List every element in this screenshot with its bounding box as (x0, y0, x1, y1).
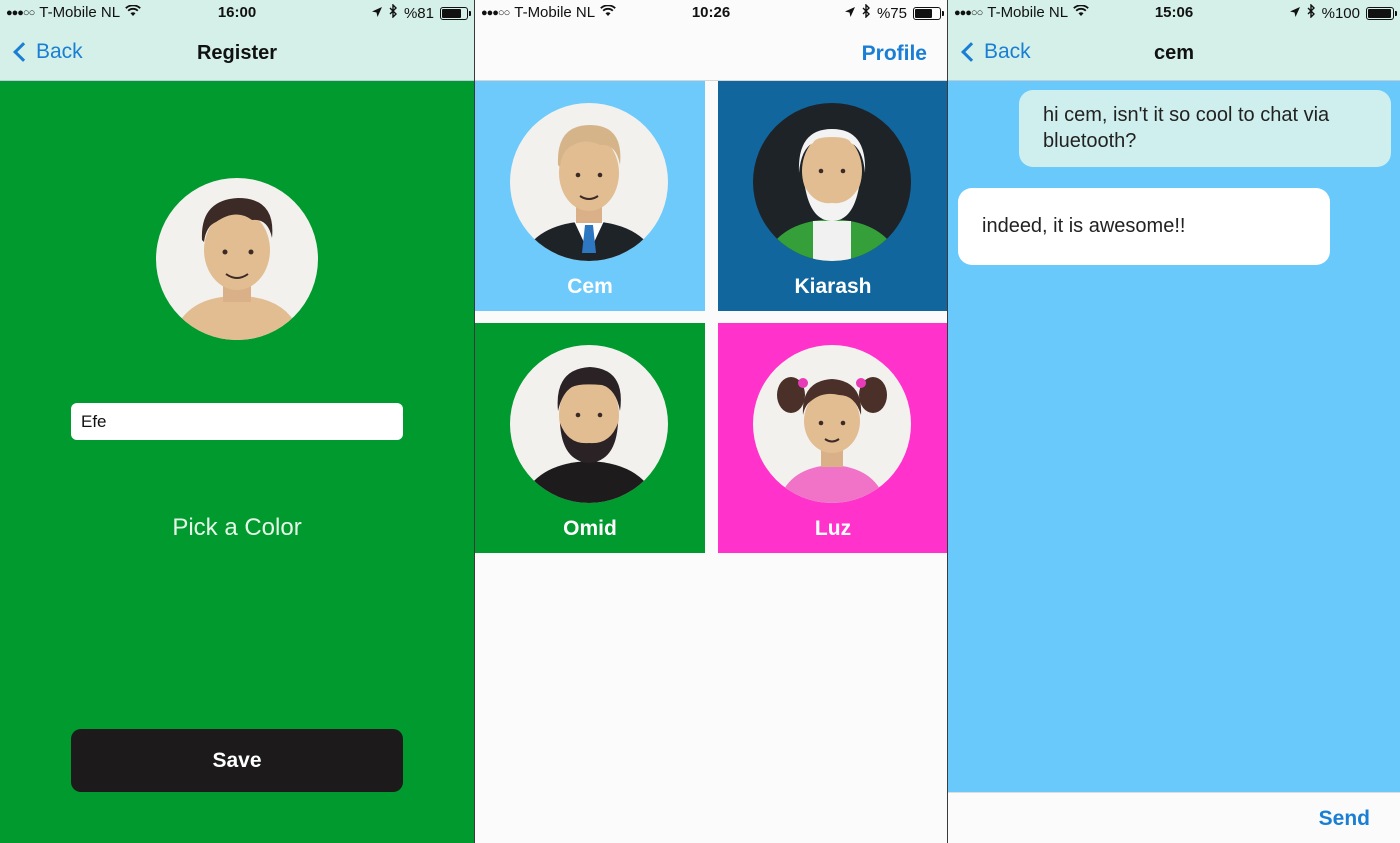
contact-tile-luz[interactable]: Luz (718, 323, 947, 553)
status-bar: ●●●○○ T-Mobile NL 15:06 %100 (948, 0, 1400, 26)
nav-bar: Back cem (948, 26, 1400, 81)
save-button[interactable]: Save (71, 729, 403, 792)
battery-percent: %100 (1321, 4, 1360, 22)
message-input[interactable] (958, 801, 1298, 835)
contact-tile-cem[interactable]: Cem (475, 81, 705, 311)
send-button[interactable]: Send (1319, 807, 1370, 831)
message-bubble-incoming: indeed, it is awesome!! (958, 188, 1330, 265)
location-icon (371, 5, 383, 22)
contact-name: Omid (563, 517, 617, 540)
contact-avatar (510, 345, 668, 503)
bluetooth-icon (389, 3, 398, 22)
contact-avatar (753, 103, 911, 261)
battery-icon (913, 6, 944, 20)
contact-name: Luz (814, 517, 852, 540)
message-bubble-outgoing: hi cem, isn't it so cool to chat via blu… (1019, 90, 1391, 167)
pick-color-button[interactable]: Pick a Color (0, 514, 474, 542)
battery-icon (440, 6, 471, 20)
chat-screen: ●●●○○ T-Mobile NL 15:06 %100 Back cem hi… (948, 0, 1400, 843)
register-screen: ●●●○○ T-Mobile NL 16:00 %81 Back Registe… (0, 0, 474, 843)
bluetooth-icon (1307, 3, 1316, 22)
page-title: cem (1153, 42, 1195, 64)
message-list[interactable]: hi cem, isn't it so cool to chat via blu… (948, 81, 1400, 792)
contact-avatar (753, 345, 911, 503)
contact-name: Cem (567, 275, 613, 298)
compose-bar: Send (948, 792, 1400, 843)
contact-tile-omid[interactable]: Omid (475, 323, 705, 553)
contact-tile-kiarash[interactable]: Kiarash (718, 81, 947, 311)
nav-bar: Profile (475, 26, 947, 81)
register-body: Pick a Color Save (0, 81, 474, 843)
contacts-screen: ●●●○○ T-Mobile NL 10:26 %75 Profile Cem … (474, 0, 948, 843)
battery-percent: %81 (403, 4, 434, 22)
profile-button[interactable]: Profile (862, 42, 927, 66)
user-avatar[interactable] (156, 178, 318, 340)
status-bar: ●●●○○ T-Mobile NL 16:00 %81 (0, 0, 474, 26)
location-icon (844, 5, 856, 22)
status-bar: ●●●○○ T-Mobile NL 10:26 %75 (475, 0, 947, 26)
nav-bar: Back Register (0, 26, 474, 81)
contact-avatar (510, 103, 668, 261)
battery-percent: %75 (876, 4, 907, 22)
location-icon (1289, 5, 1301, 22)
bluetooth-icon (862, 3, 871, 22)
battery-icon (1366, 6, 1397, 20)
name-input[interactable] (71, 403, 403, 440)
page-title: Register (196, 42, 278, 64)
contact-name: Kiarash (794, 275, 872, 298)
